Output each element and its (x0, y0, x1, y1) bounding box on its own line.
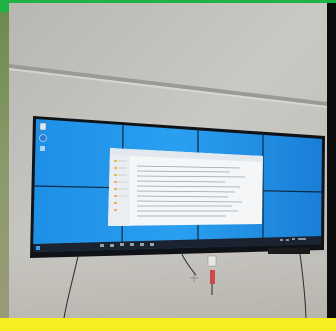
right-edge (327, 3, 336, 318)
frame-border-yellow (0, 318, 336, 331)
photo-frame (0, 0, 336, 331)
left-edge-photo (0, 12, 9, 318)
start-icon (36, 246, 40, 250)
photo-scene (0, 0, 336, 331)
soundbar (268, 248, 310, 254)
browser-icon (39, 134, 47, 142)
lower-wall (9, 255, 327, 318)
explorer-window (108, 148, 263, 226)
recycle-bin-icon (39, 122, 47, 131)
desktop-icon (40, 146, 45, 151)
